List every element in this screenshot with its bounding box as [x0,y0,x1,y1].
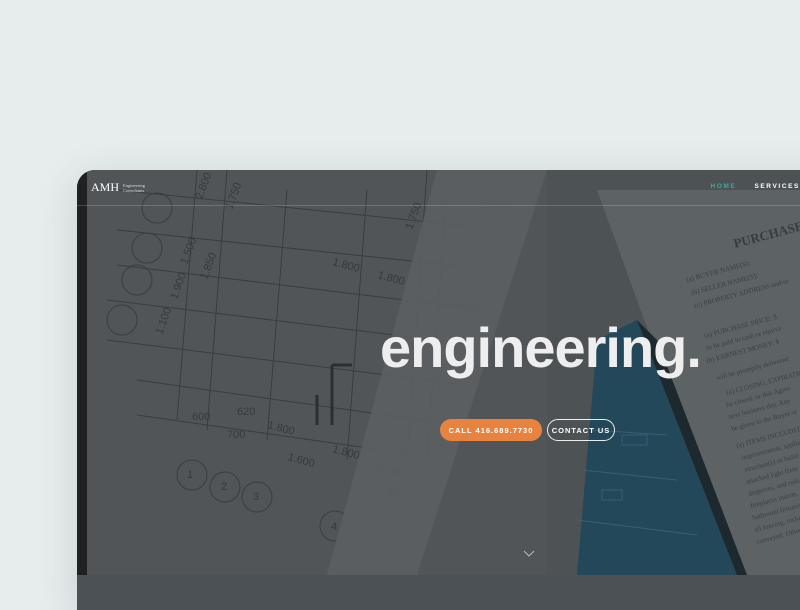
brand-logo[interactable]: AMH Engineering Consultants [91,180,149,195]
browser-window: 2.800 1.750 1.800 1.800 2.090 2.090 1.75… [77,170,800,610]
nav-item-services[interactable]: SERVICES [754,183,800,190]
logo-mark: AMH [91,180,120,194]
nav-menu: HOME SERVICES [711,183,800,190]
nav-item-home[interactable]: HOME [711,183,737,190]
chevron-down-icon[interactable] [523,550,535,558]
contact-us-button[interactable]: CONTACT US [547,419,615,441]
top-navigation: AMH Engineering Consultants HOME SERVICE… [77,170,800,206]
logo-tagline: Engineering Consultants [123,182,146,193]
hero-headline: engineering. [380,316,702,379]
call-button[interactable]: CALL 416.689.7730 [440,419,542,441]
